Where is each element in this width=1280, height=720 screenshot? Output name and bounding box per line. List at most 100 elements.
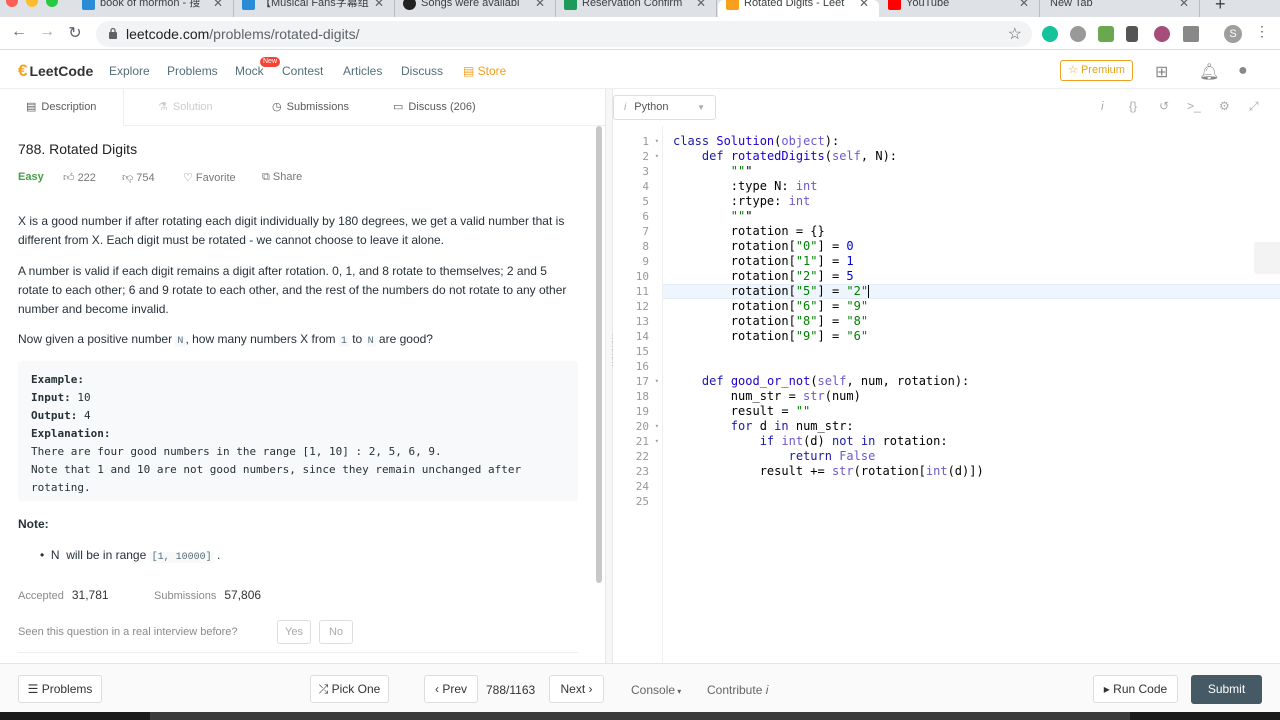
browser-tab[interactable]: Songs were availabl ✕: [395, 0, 556, 17]
reload-icon[interactable]: ↻: [65, 23, 85, 43]
extension-icon[interactable]: [1183, 26, 1199, 42]
info-icon[interactable]: i: [1101, 99, 1104, 113]
submit-button[interactable]: Submit: [1191, 675, 1262, 704]
browser-tab[interactable]: book of mormon - 搜 ✕: [74, 0, 234, 17]
problems-list-button[interactable]: ☰ Problems: [18, 675, 102, 703]
fold-arrow-icon[interactable]: ▾: [655, 419, 659, 434]
nav-explore[interactable]: Explore: [109, 64, 150, 78]
code-editor[interactable]: class Solution(object): def rotatedDigit…: [663, 126, 1280, 663]
terminal-icon[interactable]: >_: [1187, 99, 1201, 113]
notification-bell-icon[interactable]: 🔔︎: [1199, 62, 1219, 82]
close-window-icon[interactable]: [6, 0, 18, 7]
forward-arrow-icon[interactable]: →: [37, 23, 57, 41]
playground-icon[interactable]: ⊞: [1155, 62, 1168, 82]
browser-tab[interactable]: 【Musical Fans字幕组 ✕: [234, 0, 395, 17]
reset-icon[interactable]: ↺: [1159, 99, 1169, 113]
tab-discuss[interactable]: ▭ Discuss (206): [393, 89, 476, 126]
browser-tab[interactable]: Reservation Confirm ✕: [556, 0, 717, 17]
code-line[interactable]: rotation["2"] = 5: [673, 269, 854, 284]
bookmark-star-icon[interactable]: ☆: [1008, 24, 1022, 44]
premium-button[interactable]: ☆ Premium: [1060, 60, 1133, 81]
info-icon: i: [624, 102, 627, 113]
code-line[interactable]: :rtype: int: [673, 194, 810, 209]
address-bar[interactable]: leetcode.com/problems/rotated-digits/ ☆: [96, 21, 1032, 47]
extension-icon[interactable]: [1126, 26, 1138, 42]
extension-icon[interactable]: [1070, 26, 1086, 42]
code-line[interactable]: if int(d) not in rotation:: [673, 434, 948, 449]
close-tab-icon[interactable]: ✕: [696, 0, 706, 10]
next-button[interactable]: Next ›: [549, 675, 604, 703]
code-line[interactable]: return False: [673, 449, 876, 464]
code-line[interactable]: """: [673, 209, 753, 224]
language-select[interactable]: i Python ▼: [613, 95, 716, 120]
braces-icon[interactable]: {}: [1129, 99, 1137, 113]
code-line[interactable]: num_str = str(num): [673, 389, 861, 404]
code-line[interactable]: """: [673, 164, 753, 179]
tab-solution[interactable]: ⚗ Solution: [158, 89, 213, 126]
code-line[interactable]: rotation = {}: [673, 224, 825, 239]
nav-articles[interactable]: Articles: [343, 64, 382, 78]
yes-button[interactable]: Yes: [277, 620, 311, 644]
code-line[interactable]: rotation["6"] = "9": [673, 299, 868, 314]
side-panel-toggle[interactable]: [1254, 242, 1280, 274]
console-toggle[interactable]: Console ▾: [631, 683, 681, 697]
close-tab-icon[interactable]: ✕: [374, 0, 384, 10]
code-line[interactable]: for d in num_str:: [673, 419, 854, 434]
contribute-link[interactable]: Contribute i: [707, 683, 768, 697]
output-value: 4: [83, 409, 91, 422]
close-tab-icon[interactable]: ✕: [859, 0, 869, 10]
tab-submissions[interactable]: ◷ Submissions: [272, 89, 349, 126]
fold-arrow-icon[interactable]: ▾: [655, 434, 659, 449]
code-line[interactable]: def rotatedDigits(self, N):: [673, 149, 897, 164]
pick-one-button[interactable]: ⤮ Pick One: [310, 675, 389, 703]
dislike-button[interactable]: 👎︎ 754: [122, 171, 155, 184]
run-code-button[interactable]: ▸ Run Code: [1093, 675, 1178, 703]
close-tab-icon[interactable]: ✕: [1179, 0, 1189, 10]
nav-problems[interactable]: Problems: [167, 64, 218, 78]
fold-arrow-icon[interactable]: ▾: [655, 149, 659, 164]
description-scrollbar[interactable]: [596, 126, 602, 583]
code-line[interactable]: class Solution(object):: [673, 134, 839, 149]
browser-tab[interactable]: YouTube ✕: [880, 0, 1040, 17]
code-line[interactable]: rotation["0"] = 0: [673, 239, 854, 254]
tab-description[interactable]: ▤ Description: [0, 89, 124, 126]
close-tab-icon[interactable]: ✕: [1019, 0, 1029, 10]
grammarly-extension-icon[interactable]: [1042, 26, 1058, 42]
code-line[interactable]: :type N: int: [673, 179, 818, 194]
close-tab-icon[interactable]: ✕: [535, 0, 545, 10]
like-button[interactable]: 👍︎ 222: [63, 171, 96, 184]
code-line[interactable]: rotation["5"] = "2": [673, 284, 870, 299]
extension-icon[interactable]: [1154, 26, 1170, 42]
minimize-window-icon[interactable]: [26, 0, 38, 7]
nav-mock[interactable]: Mock: [235, 64, 264, 78]
nav-store[interactable]: ▤ Store: [463, 64, 506, 78]
favorite-button[interactable]: ♡ Favorite: [183, 171, 236, 184]
profile-avatar[interactable]: S: [1224, 25, 1242, 43]
code-line[interactable]: result = "": [673, 404, 810, 419]
nav-contest[interactable]: Contest: [282, 64, 323, 78]
browser-tab[interactable]: New Tab ✕: [1040, 0, 1200, 17]
code-line[interactable]: def good_or_not(self, num, rotation):: [673, 374, 969, 389]
leetcode-logo[interactable]: € LeetCode: [18, 61, 93, 81]
maximize-window-icon[interactable]: [46, 0, 58, 7]
pane-resize-handle[interactable]: ⋮⋮⋮⋮: [605, 89, 617, 663]
user-avatar-icon[interactable]: ●: [1238, 62, 1248, 80]
close-tab-icon[interactable]: ✕: [213, 0, 223, 10]
code-line[interactable]: rotation["8"] = "8": [673, 314, 868, 329]
code-line[interactable]: rotation["1"] = 1: [673, 254, 854, 269]
browser-menu-icon[interactable]: ⋮: [1252, 23, 1272, 40]
code-line[interactable]: result += str(rotation[int(d)]): [673, 464, 984, 479]
settings-gear-icon[interactable]: ⚙: [1219, 99, 1230, 113]
fullscreen-icon[interactable]: ⤢: [1249, 99, 1259, 114]
fold-arrow-icon[interactable]: ▾: [655, 374, 659, 389]
new-tab-plus-icon[interactable]: +: [1215, 0, 1226, 15]
prev-button[interactable]: ‹ Prev: [424, 675, 478, 703]
fold-arrow-icon[interactable]: ▾: [655, 134, 659, 149]
extension-icon[interactable]: [1098, 26, 1114, 42]
browser-tab-active[interactable]: Rotated Digits - Leet ✕: [718, 0, 879, 17]
nav-discuss[interactable]: Discuss: [401, 64, 443, 78]
back-arrow-icon[interactable]: ←: [9, 23, 29, 41]
share-button[interactable]: ⧉ Share: [262, 171, 302, 184]
no-button[interactable]: No: [319, 620, 353, 644]
code-line[interactable]: rotation["9"] = "6": [673, 329, 868, 344]
